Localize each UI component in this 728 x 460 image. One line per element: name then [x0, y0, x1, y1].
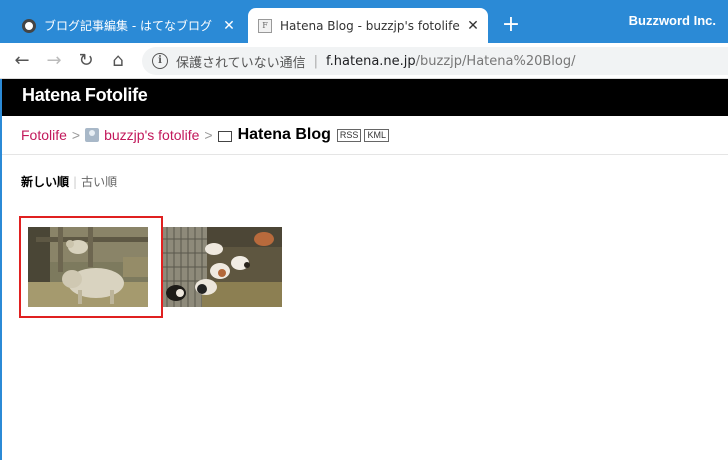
back-button[interactable]: ← — [10, 49, 34, 73]
breadcrumb-separator: > — [71, 127, 81, 143]
browser-toolbar: ← → ↻ ⌂ i 保護されていない通信 | f.hatena.ne.jp/bu… — [0, 43, 728, 79]
selection-highlight — [19, 216, 163, 318]
user-avatar-icon — [85, 128, 100, 142]
sort-oldest[interactable]: 古い順 — [81, 175, 117, 189]
forward-button[interactable]: → — [42, 49, 66, 73]
tab-fotolife[interactable]: F Hatena Blog - buzzjp's fotolife ✕ — [248, 8, 488, 43]
security-status[interactable]: 保護されていない通信 — [176, 52, 306, 71]
sort-order: 新しい順 | 古い順 — [21, 173, 117, 190]
close-icon[interactable]: ✕ — [462, 18, 484, 34]
new-tab-button[interactable]: + — [499, 13, 523, 37]
folder-icon — [217, 130, 232, 142]
rss-badge[interactable]: RSS — [336, 128, 362, 142]
profile-label[interactable]: Buzzword Inc. — [629, 13, 716, 28]
home-button[interactable]: ⌂ — [106, 49, 130, 73]
sort-separator: | — [73, 175, 78, 189]
tab-strip: ブログ記事編集 - はてなブログ ✕ F Hatena Blog - buzzj… — [0, 0, 728, 43]
reload-button[interactable]: ↻ — [74, 49, 98, 73]
divider — [2, 154, 728, 155]
address-separator: | — [313, 53, 319, 69]
page-content: Hatena Fotolife Fotolife > buzzjp's foto… — [0, 79, 728, 460]
breadcrumb-fotolife-link[interactable]: Fotolife — [21, 127, 67, 143]
tab-title: ブログ記事編集 - はてなブログ — [44, 19, 212, 33]
site-header: Hatena Fotolife — [2, 79, 728, 116]
photo-thumbnail-guinea-pigs[interactable] — [162, 227, 282, 307]
url-path: /buzzjp/Hatena%20Blog/ — [415, 53, 576, 69]
hatena-fotolife-logo[interactable]: Hatena Fotolife — [22, 85, 148, 106]
breadcrumb-user-link[interactable]: buzzjp's fotolife — [104, 127, 199, 143]
breadcrumb-separator: > — [204, 127, 213, 143]
breadcrumb: Fotolife > buzzjp's fotolife > Hatena Bl… — [21, 126, 392, 144]
page-title: Hatena Blog — [237, 126, 331, 143]
url-host: f.hatena.ne.jp — [326, 53, 416, 69]
kml-badge[interactable]: KML — [364, 128, 389, 142]
close-icon[interactable]: ✕ — [218, 18, 240, 34]
fotolife-favicon-icon: F — [258, 18, 272, 33]
tab-blog-edit[interactable]: ブログ記事編集 - はてなブログ ✕ — [12, 8, 244, 43]
info-icon[interactable]: i — [152, 53, 168, 69]
sort-newest[interactable]: 新しい順 — [21, 175, 69, 189]
tab-title: Hatena Blog - buzzjp's fotolife — [280, 18, 460, 33]
address-bar[interactable]: i 保護されていない通信 | f.hatena.ne.jp/buzzjp/Hat… — [142, 47, 728, 75]
hatena-blog-favicon-icon — [22, 18, 36, 33]
guinea-pigs-photo — [162, 227, 282, 307]
